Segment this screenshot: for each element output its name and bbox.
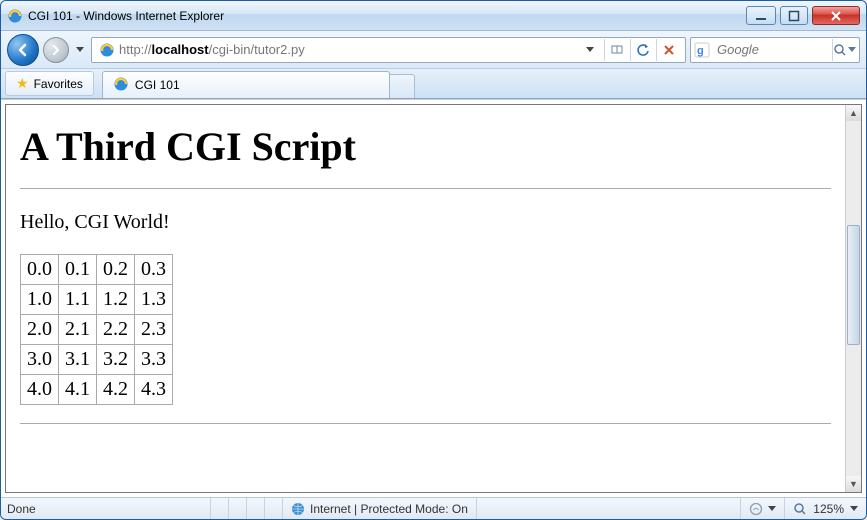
table-cell: 1.2	[97, 285, 135, 315]
table-cell: 3.3	[135, 345, 173, 375]
window-title: CGI 101 - Windows Internet Explorer	[28, 9, 746, 23]
table-cell: 4.3	[135, 375, 173, 405]
table-cell: 2.3	[135, 315, 173, 345]
chevron-down-icon	[586, 47, 594, 52]
address-right-controls	[578, 39, 682, 61]
favorites-label: Favorites	[34, 77, 83, 91]
favorites-button[interactable]: ★ Favorites	[5, 71, 94, 96]
forward-button[interactable]	[43, 37, 69, 63]
table-cell: 3.1	[59, 345, 97, 375]
google-icon: g	[694, 42, 710, 58]
page-heading: A Third CGI Script	[20, 123, 831, 170]
back-button[interactable]	[7, 34, 39, 66]
scroll-thumb[interactable]	[847, 225, 860, 345]
table-row: 0.00.10.20.3	[21, 255, 173, 285]
chevron-down-icon	[850, 506, 858, 511]
table-row: 3.03.13.23.3	[21, 345, 173, 375]
viewport-frame: A Third CGI Script Hello, CGI World! 0.0…	[5, 104, 862, 493]
zone-label: Internet | Protected Mode: On	[310, 502, 468, 516]
table-cell: 0.3	[135, 255, 173, 285]
favorite-star-icon: ★	[16, 75, 29, 92]
status-segment	[211, 498, 229, 519]
divider	[20, 423, 831, 424]
status-segment	[265, 498, 283, 519]
url-text[interactable]: http://localhost/cgi-bin/tutor2.py	[119, 42, 578, 57]
address-bar[interactable]: http://localhost/cgi-bin/tutor2.py	[91, 37, 686, 63]
compat-view-button[interactable]	[604, 39, 628, 61]
new-tab-button[interactable]	[389, 74, 415, 98]
table-cell: 3.2	[97, 345, 135, 375]
browser-window: CGI 101 - Windows Internet Explorer http…	[0, 0, 867, 520]
table-row: 2.02.12.22.3	[21, 315, 173, 345]
ie-page-icon	[113, 76, 129, 95]
status-segment	[229, 498, 247, 519]
table-cell: 4.2	[97, 375, 135, 405]
chevron-down-icon	[76, 47, 84, 52]
table-cell: 3.0	[21, 345, 59, 375]
minimize-button[interactable]	[746, 6, 776, 25]
table-cell: 2.0	[21, 315, 59, 345]
address-dropdown[interactable]	[578, 39, 602, 61]
window-controls	[746, 6, 860, 25]
chevron-down-icon	[848, 47, 856, 52]
tab-strip: ★ Favorites CGI 101	[1, 69, 866, 99]
hello-text: Hello, CGI World!	[20, 211, 831, 234]
search-placeholder: Google	[713, 42, 832, 57]
search-button[interactable]	[832, 39, 856, 61]
search-box[interactable]: g Google	[690, 37, 860, 63]
page-body: A Third CGI Script Hello, CGI World! 0.0…	[6, 105, 845, 492]
status-bar: Done Internet | Protected Mode: On 125%	[1, 497, 866, 519]
table-cell: 0.1	[59, 255, 97, 285]
navigation-bar: http://localhost/cgi-bin/tutor2.py g Goo…	[1, 31, 866, 69]
close-button[interactable]	[812, 6, 860, 25]
zoom-control[interactable]: 125%	[785, 498, 866, 519]
nav-history-dropdown[interactable]	[73, 37, 87, 63]
chevron-down-icon	[768, 506, 776, 511]
table-row: 4.04.14.24.3	[21, 375, 173, 405]
status-segment	[247, 498, 265, 519]
refresh-button[interactable]	[630, 39, 654, 61]
table-cell: 2.2	[97, 315, 135, 345]
content-area: A Third CGI Script Hello, CGI World! 0.0…	[1, 99, 866, 497]
zoom-value: 125%	[813, 502, 844, 516]
table-cell: 2.1	[59, 315, 97, 345]
maximize-button[interactable]	[780, 6, 808, 25]
globe-icon	[291, 502, 305, 516]
divider	[20, 188, 831, 189]
vertical-scrollbar[interactable]: ▲ ▼	[845, 105, 861, 492]
table-cell: 1.1	[59, 285, 97, 315]
title-bar: CGI 101 - Windows Internet Explorer	[1, 1, 866, 31]
status-segment	[477, 498, 741, 519]
page-options-button[interactable]	[741, 498, 785, 519]
stop-button[interactable]	[656, 39, 680, 61]
table-row: 1.01.11.21.3	[21, 285, 173, 315]
tab-active[interactable]: CGI 101	[102, 71, 390, 98]
table-cell: 4.1	[59, 375, 97, 405]
scroll-up-button[interactable]: ▲	[846, 105, 861, 121]
scroll-down-button[interactable]: ▼	[846, 476, 861, 492]
svg-text:g: g	[697, 45, 704, 57]
table-cell: 0.0	[21, 255, 59, 285]
table-cell: 1.3	[135, 285, 173, 315]
table-cell: 1.0	[21, 285, 59, 315]
ie-logo-icon	[7, 8, 23, 24]
status-text: Done	[1, 498, 211, 519]
data-table: 0.00.10.20.31.01.11.21.32.02.12.22.33.03…	[20, 254, 173, 405]
magnifier-icon	[793, 502, 807, 516]
table-cell: 0.2	[97, 255, 135, 285]
ie-page-icon	[99, 42, 115, 58]
tab-title: CGI 101	[135, 78, 180, 92]
table-cell: 4.0	[21, 375, 59, 405]
security-zone[interactable]: Internet | Protected Mode: On	[283, 498, 477, 519]
